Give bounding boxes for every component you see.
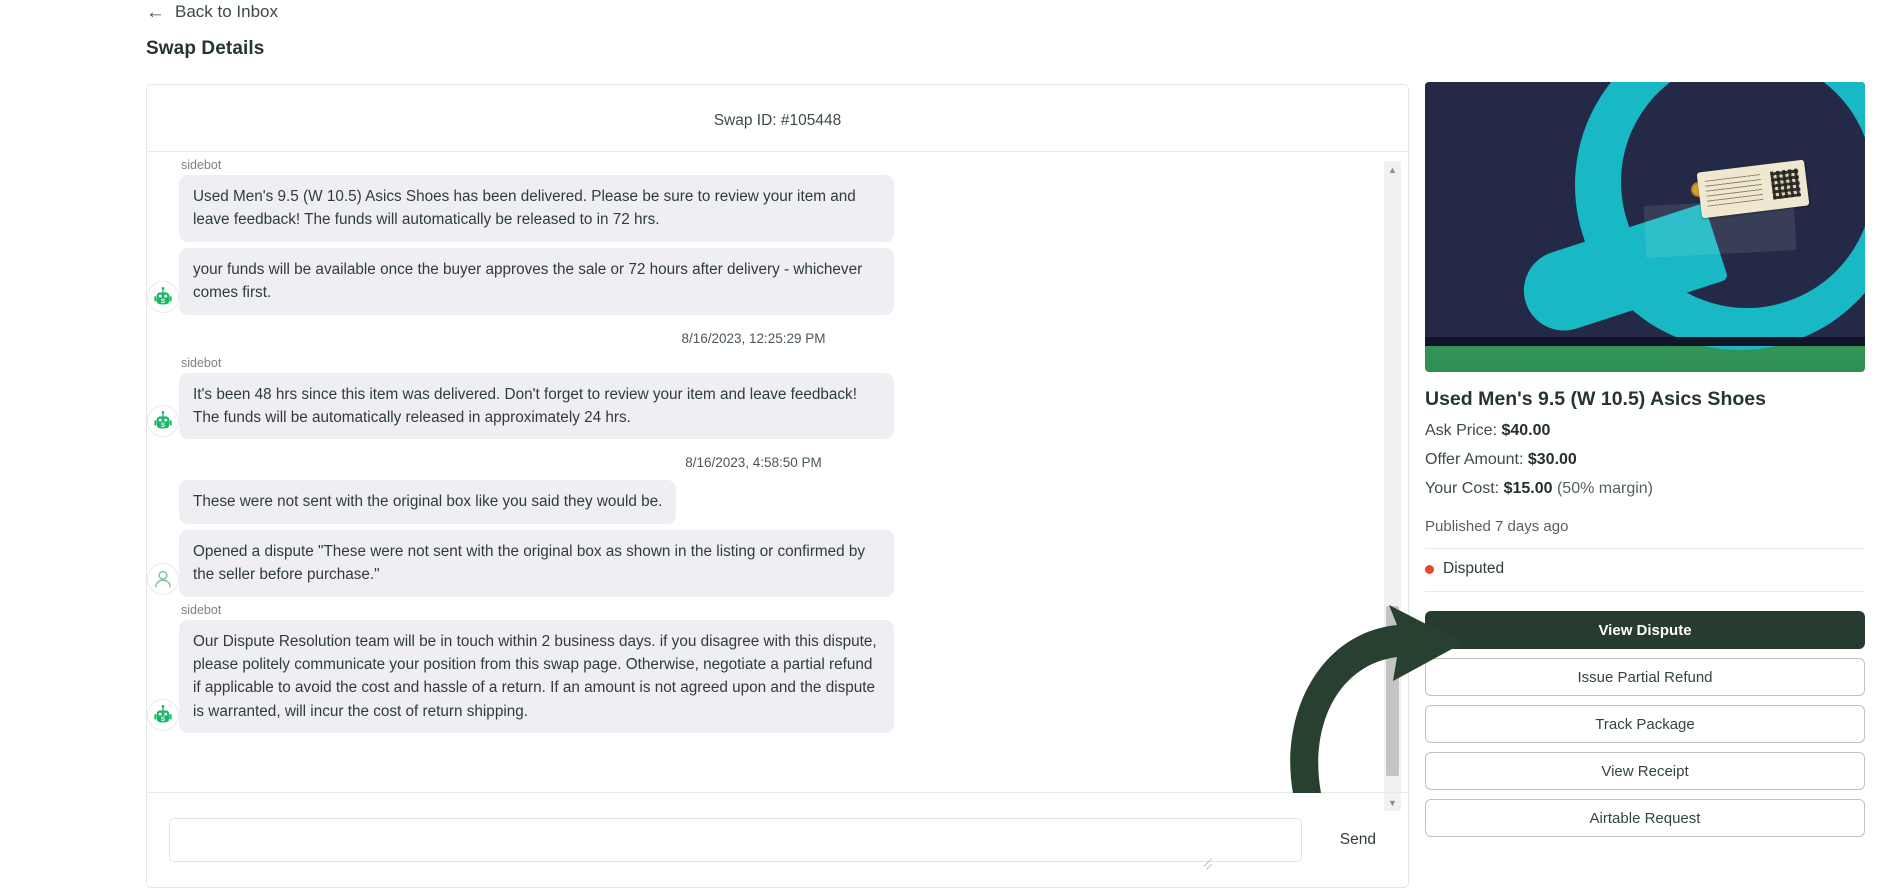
airtable-request-button[interactable]: Airtable Request (1425, 799, 1865, 837)
offer-amount-label: Offer Amount: (1425, 451, 1524, 468)
scrollbar-thumb[interactable] (1386, 606, 1399, 776)
message-scroll-area[interactable]: sidebot Used Men's 9.5 (W 10.5) Asics Sho… (147, 152, 1410, 847)
product-title: Used Men's 9.5 (W 10.5) Asics Shoes (1425, 388, 1766, 410)
back-to-inbox-link[interactable]: ← Back to Inbox (146, 2, 278, 22)
your-cost-label: Your Cost: (1425, 480, 1500, 497)
product-sidebar: Used Men's 9.5 (W 10.5) Asics Shoes Ask … (1425, 82, 1865, 846)
track-package-button[interactable]: Track Package (1425, 705, 1865, 743)
action-buttons: View Dispute Issue Partial Refund Track … (1425, 611, 1865, 837)
shoe-box-lid (1425, 82, 1865, 350)
message-sender-name: sidebot (181, 602, 222, 617)
qr-code-icon (1770, 168, 1802, 200)
swap-id-label: Swap ID: #105448 (713, 112, 842, 129)
message-list: sidebot Used Men's 9.5 (W 10.5) Asics Sho… (147, 152, 1410, 734)
message-row: S It's been 48 hrs since this item was de… (147, 372, 1410, 440)
message-row: S Our Dispute Resolution team will be in … (147, 619, 1410, 734)
chat-scrollbar[interactable]: ▲ ▼ (1384, 161, 1401, 811)
svg-text:S: S (161, 422, 166, 429)
robot-bot-icon: S (147, 280, 179, 313)
shoe-box-edge (1425, 337, 1865, 346)
message-bubble: It's been 48 hrs since this item was del… (179, 372, 894, 440)
ask-price-row: Ask Price: $40.00 (1425, 422, 1865, 440)
product-image (1425, 82, 1865, 372)
view-dispute-button[interactable]: View Dispute (1425, 611, 1865, 649)
message-row: Opened a dispute "These were not sent wi… (147, 529, 1410, 597)
label-text-lines (1704, 174, 1764, 207)
message-sender-name: sidebot (181, 355, 222, 370)
robot-bot-icon: S (147, 405, 179, 438)
status-label: Disputed (1443, 560, 1505, 577)
message-row: S your funds will be available once the … (147, 247, 1410, 315)
message-bubble: your funds will be available once the bu… (179, 247, 894, 315)
page-title: Swap Details (146, 38, 265, 59)
status-badge: Disputed (1425, 549, 1865, 592)
message-bubble: These were not sent with the original bo… (179, 480, 677, 524)
arrow-left-icon: ← (146, 1, 165, 23)
issue-partial-refund-button[interactable]: Issue Partial Refund (1425, 658, 1865, 696)
chat-panel: Swap ID: #105448 sidebot Used Men's 9.5 (… (146, 84, 1409, 888)
message-bubble: Our Dispute Resolution team will be in t… (179, 619, 894, 734)
published-date: Published 7 days ago (1425, 518, 1865, 549)
message-bubble: Opened a dispute "These were not sent wi… (179, 529, 894, 597)
message-sender-name: sidebot (181, 158, 222, 172)
message-row: Used Men's 9.5 (W 10.5) Asics Shoes has … (147, 175, 1410, 242)
your-cost-row: Your Cost: $15.00 (50% margin) (1425, 480, 1865, 498)
ask-price-label: Ask Price: (1425, 422, 1498, 439)
message-bubble: Used Men's 9.5 (W 10.5) Asics Shoes has … (179, 175, 894, 242)
your-cost-margin: (50% margin) (1556, 480, 1653, 497)
your-cost-value: $15.00 (1503, 480, 1553, 497)
message-input[interactable] (169, 818, 1302, 862)
view-receipt-button[interactable]: View Receipt (1425, 752, 1865, 790)
message-timestamp: 8/16/2023, 4:58:50 PM (685, 455, 822, 471)
offer-amount-value: $30.00 (1527, 451, 1577, 468)
send-button[interactable]: Send (1330, 825, 1386, 855)
ask-price-value: $40.00 (1501, 422, 1551, 439)
svg-text:S: S (161, 298, 166, 305)
status-dot-icon (1425, 564, 1434, 574)
svg-text:S: S (161, 716, 166, 723)
message-composer: Send (147, 792, 1408, 887)
message-timestamp: 8/16/2023, 12:25:29 PM (681, 330, 826, 346)
swap-details-page: ← Back to Inbox Swap Details Swap ID: #1… (0, 0, 1886, 888)
robot-bot-icon: S (147, 699, 179, 732)
message-row: These were not sent with the original bo… (147, 480, 1410, 524)
offer-amount-row: Offer Amount: $30.00 (1425, 451, 1865, 469)
back-to-inbox-label: Back to Inbox (175, 2, 279, 21)
chevron-up-icon[interactable]: ▲ (1384, 161, 1401, 178)
user-person-icon (147, 562, 179, 595)
